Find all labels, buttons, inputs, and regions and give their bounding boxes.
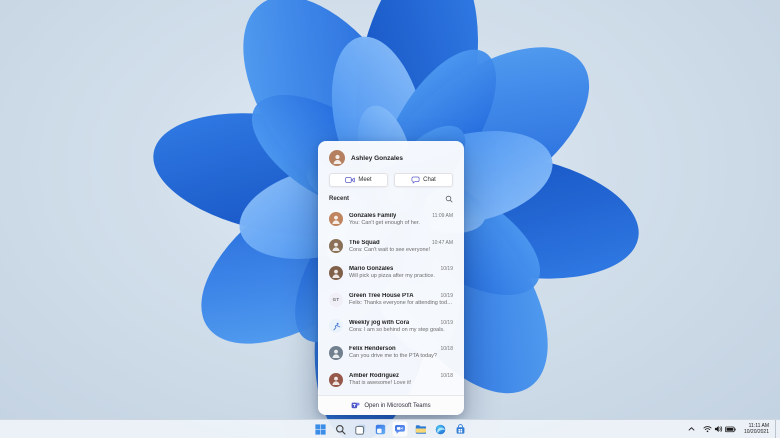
conversation-time: 10/18 [440,346,453,353]
conversation-name: Green Tree House PTA [349,293,414,300]
open-in-teams-label: Open in Microsoft Teams [364,402,431,409]
conversation-row[interactable]: GT Green Tree House PTA 10/19 Felix: Than… [318,286,464,313]
battery-icon [725,426,736,433]
conversation-name: Mario Gonzales [349,266,394,273]
flyout-header: Ashley Gonzales [318,141,464,173]
conversation-time: 10:47 AM [431,239,453,246]
conversation-name: Amber Rodriguez [349,373,400,380]
task-view-icon [354,424,366,435]
microsoft-store-icon [455,423,466,435]
widgets-button[interactable] [372,421,388,437]
recent-header: Recent [318,187,464,206]
chevron-up-icon [688,426,695,432]
meet-button[interactable]: Meet [329,173,388,187]
file-explorer-icon [415,424,426,435]
conversation-time: 10/19 [440,319,453,326]
avatar [329,372,343,387]
conversation-name: Felix Henderson [349,346,396,353]
conversation-preview: You: Can't get enough of her. [349,219,420,226]
recent-label: Recent [329,196,350,202]
chat-button-label: Chat [423,177,436,183]
windows-logo-icon [314,423,326,435]
clock[interactable]: 11:11 AM 10/20/2021 [742,423,771,436]
open-in-teams-button[interactable]: Open in Microsoft Teams [318,395,464,415]
conversation-preview: Cora: I am so behind on my step goals. [349,326,445,333]
hidden-icons-button[interactable] [686,421,697,437]
volume-icon [714,425,723,433]
taskbar: 11:11 AM 10/20/2021 [0,419,780,438]
chat-bubble-icon [411,176,420,184]
task-view-button[interactable] [352,421,368,437]
avatar [329,212,343,227]
avatar [329,265,343,280]
conversation-preview: That is awesome! Love it! [349,380,412,387]
group-initials-avatar: GT [329,292,343,307]
search-icon [335,424,346,435]
video-camera-icon [345,176,356,184]
conversation-name: Weekly jog with Cora [349,319,410,326]
conversation-time: 10/18 [440,373,453,380]
conversation-row[interactable]: Amber Rodriguez 10/18 That is awesome! Lo… [318,366,464,393]
desktop: Ashley Gonzales Meet Chat Recent Gonzale… [0,0,780,438]
widgets-icon [375,424,386,435]
conversation-row[interactable]: Gonzales Family 11:09 AM You: Can't get e… [318,206,464,233]
conversation-preview: Can you drive me to the PTA today? [349,353,437,360]
avatar-initials: GT [332,297,340,303]
clock-date: 10/20/2021 [743,429,769,435]
search-icon[interactable] [445,195,453,203]
conversation-row[interactable]: Weekly jog with Cora 10/19 Cora: I am so … [318,313,464,340]
edge-button[interactable] [432,421,448,437]
conversation-time: 10/19 [440,293,453,300]
start-button[interactable] [312,421,328,437]
conversation-row[interactable]: Mario Gonzales 10/19 Will pick up pizza a… [318,259,464,286]
meet-button-label: Meet [358,177,372,183]
show-desktop-button[interactable] [775,420,778,438]
teams-chat-flyout: Ashley Gonzales Meet Chat Recent Gonzale… [318,141,464,415]
file-explorer-button[interactable] [412,421,428,437]
teams-logo-icon [351,401,360,410]
conversation-time: 10/19 [440,266,453,273]
conversation-name: The Squad [349,239,380,246]
conversation-list: Gonzales Family 11:09 AM You: Can't get e… [318,206,464,395]
conversation-name: Gonzales Family [349,212,397,219]
chat-button-taskbar[interactable] [392,421,408,437]
jog-event-avatar [329,319,343,334]
conversation-row[interactable]: Felix Henderson 10/18 Can you drive me to… [318,340,464,367]
teams-chat-icon [394,424,406,435]
user-avatar[interactable] [329,150,345,166]
system-tray: 11:11 AM 10/20/2021 [686,420,780,438]
chat-button[interactable]: Chat [394,173,453,187]
quick-settings-button[interactable] [701,421,738,437]
avatar [329,345,343,360]
conversation-row[interactable]: The Squad 10:47 AM Cora: Can't wait to se… [318,233,464,260]
taskbar-center-icons [312,420,468,438]
edge-browser-icon [435,424,446,435]
flyout-actions: Meet Chat [318,173,464,187]
avatar [329,239,343,254]
conversation-preview: Felix: Thanks everyone for attending tod… [349,300,453,307]
search-button[interactable] [332,421,348,437]
conversation-preview: Will pick up pizza after my practice. [349,273,435,280]
wifi-icon [703,425,712,433]
user-name: Ashley Gonzales [351,154,404,162]
conversation-preview: Cora: Can't wait to see everyone! [349,246,431,253]
conversation-time: 11:09 AM [432,212,453,219]
store-button[interactable] [452,421,468,437]
